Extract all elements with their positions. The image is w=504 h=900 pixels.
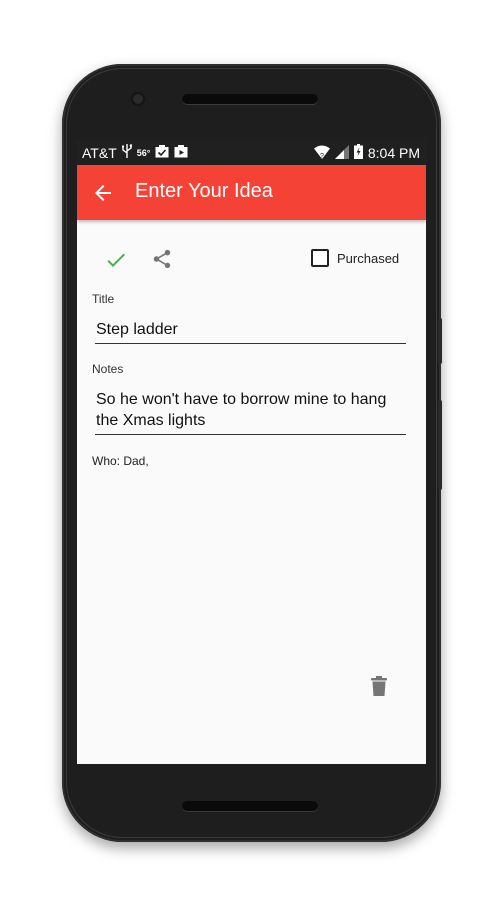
image-checked-icon <box>155 144 169 161</box>
purchased-label: Purchased <box>337 250 400 266</box>
app-screen: AT&T 56° ? 8:04 PM Enter Your Idea Purch… <box>77 141 426 764</box>
app-bar: Enter Your Idea <box>77 165 426 220</box>
checkbox-icon[interactable] <box>311 249 329 267</box>
clock: 8:04 PM <box>367 145 420 161</box>
notes-label: Notes <box>92 362 124 376</box>
phone-power-button <box>438 318 442 364</box>
temperature-label: 56° <box>136 147 151 158</box>
usb-icon <box>121 144 133 161</box>
signal-icon <box>334 144 349 162</box>
wifi-icon: ? <box>313 145 330 162</box>
top-speaker <box>182 94 318 104</box>
front-camera <box>133 94 143 104</box>
image-play-icon <box>174 144 188 161</box>
title-label: Title <box>92 292 115 306</box>
title-input[interactable]: Step ladder <box>95 319 406 344</box>
who-text: Who: Dad, <box>92 454 149 468</box>
check-icon[interactable] <box>104 248 128 272</box>
trash-icon[interactable] <box>370 675 388 697</box>
back-arrow-icon[interactable] <box>91 181 115 205</box>
status-bar: AT&T 56° ? 8:04 PM <box>77 141 426 165</box>
svg-text:?: ? <box>320 153 324 159</box>
purchased-checkbox[interactable]: Purchased <box>311 249 399 267</box>
notes-input[interactable]: So he won't have to borrow mine to hang … <box>95 389 406 435</box>
app-bar-title: Enter Your Idea <box>135 180 273 202</box>
bottom-speaker <box>182 801 318 811</box>
carrier-label: AT&T <box>82 144 117 161</box>
phone-volume-button <box>438 400 442 490</box>
share-icon[interactable] <box>151 247 173 271</box>
battery-icon <box>353 144 363 162</box>
